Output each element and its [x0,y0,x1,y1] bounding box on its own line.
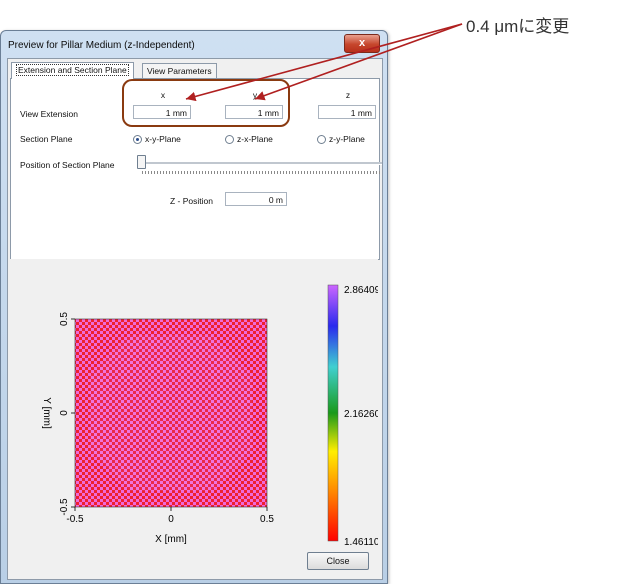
tab-extension-section-label: Extension and Section Plane [16,64,129,76]
arrow-to-y-field [254,23,463,101]
annotation-arrows [185,23,463,102]
arrow-to-x-field [185,23,463,102]
tab-extension-section[interactable]: Extension and Section Plane [11,62,134,79]
